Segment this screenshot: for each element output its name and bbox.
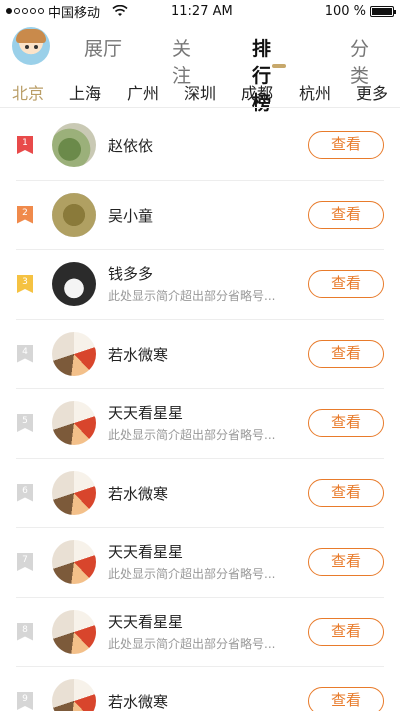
- artist-name: 钱多多: [108, 265, 154, 283]
- artist-name: 天天看星星: [108, 404, 184, 422]
- top-nav: 展厅 关注 排行榜 分类: [0, 22, 400, 114]
- rank-badge: 4: [17, 344, 33, 363]
- city-tab-shenzhen[interactable]: 深圳: [184, 80, 216, 104]
- view-button[interactable]: 查看: [308, 409, 384, 437]
- artist-intro: 此处显示简介超出部分省略号...: [108, 428, 276, 442]
- rank-badge: 2: [17, 205, 33, 224]
- city-tab-hangzhou[interactable]: 杭州: [299, 80, 331, 104]
- artist-name: 若水微寒: [108, 693, 169, 711]
- rank-badge: 9: [17, 692, 33, 710]
- status-left: 中国移动: [6, 2, 128, 21]
- list-item[interactable]: 8 天天看星星 此处显示简介超出部分省略号... 查看: [0, 598, 400, 668]
- active-tab-indicator: [272, 64, 286, 68]
- list-item[interactable]: 5 天天看星星 此处显示简介超出部分省略号... 查看: [0, 389, 400, 459]
- city-tab-shanghai[interactable]: 上海: [69, 80, 101, 104]
- list-item[interactable]: 6 若水微寒 查看: [0, 459, 400, 529]
- view-button[interactable]: 查看: [308, 478, 384, 507]
- city-tab-guangzhou[interactable]: 广州: [127, 80, 159, 104]
- city-filter-bar: 北京 上海 广州 深圳 成都 杭州 更多: [0, 72, 400, 108]
- city-tab-more[interactable]: 更多: [356, 80, 388, 104]
- rank-badge: 8: [17, 622, 33, 641]
- city-tab-chengdu[interactable]: 成都: [241, 80, 273, 104]
- ranking-list: 1 赵依依 查看 2 吴小童 查看 3 钱多多 此处显示简介超出部分省略号...…: [0, 111, 400, 711]
- rank-badge: 1: [17, 136, 33, 154]
- rank-badge: 7: [17, 553, 33, 571]
- wifi-icon: [112, 5, 128, 16]
- rank-badge: 5: [17, 414, 33, 432]
- view-button[interactable]: 查看: [308, 270, 384, 298]
- view-button[interactable]: 查看: [308, 339, 384, 368]
- artwork-thumbnail[interactable]: [52, 609, 96, 654]
- list-item[interactable]: 2 吴小童 查看: [0, 181, 400, 251]
- artwork-thumbnail[interactable]: [52, 331, 96, 376]
- carrier-name: 中国移动: [48, 5, 101, 21]
- list-item[interactable]: 9 若水微寒 查看: [0, 667, 400, 711]
- view-button[interactable]: 查看: [308, 687, 384, 711]
- artist-name: 吴小童: [108, 206, 154, 225]
- artist-name: 若水微寒: [108, 345, 169, 364]
- battery-percent: 100 %: [324, 3, 366, 19]
- artist-name: 天天看星星: [108, 612, 184, 631]
- artwork-thumbnail[interactable]: [52, 401, 96, 445]
- artwork-thumbnail[interactable]: [52, 470, 96, 515]
- list-item[interactable]: 3 钱多多 此处显示简介超出部分省略号... 查看: [0, 250, 400, 320]
- user-avatar[interactable]: [12, 27, 50, 65]
- artist-intro: 此处显示简介超出部分省略号...: [108, 636, 276, 651]
- signal-strength-icon: [6, 8, 44, 14]
- tab-gallery[interactable]: 展厅: [84, 34, 122, 61]
- list-item[interactable]: 1 赵依依 查看: [0, 111, 400, 181]
- view-button[interactable]: 查看: [308, 131, 384, 159]
- artwork-thumbnail[interactable]: [52, 192, 96, 237]
- artwork-thumbnail[interactable]: [52, 123, 96, 167]
- status-right: 100 %: [324, 3, 396, 19]
- status-bar: 中国移动 11:27 AM 100 %: [0, 0, 400, 22]
- status-time: 11:27 AM: [171, 3, 233, 19]
- view-button[interactable]: 查看: [308, 548, 384, 576]
- artist-intro: 此处显示简介超出部分省略号...: [108, 567, 276, 581]
- list-item[interactable]: 4 若水微寒 查看: [0, 320, 400, 390]
- artist-name: 若水微寒: [108, 484, 169, 503]
- nav-tabs: 展厅 关注 排行榜 分类: [84, 34, 369, 114]
- artist-intro: 此处显示简介超出部分省略号...: [108, 289, 276, 303]
- battery-icon: [370, 5, 396, 17]
- city-tab-beijing[interactable]: 北京: [12, 80, 44, 104]
- artwork-thumbnail[interactable]: [52, 262, 96, 306]
- view-button[interactable]: 查看: [308, 617, 384, 646]
- artwork-thumbnail[interactable]: [52, 540, 96, 584]
- rank-badge: 3: [17, 275, 33, 293]
- artist-name: 赵依依: [108, 137, 154, 155]
- list-item[interactable]: 7 天天看星星 此处显示简介超出部分省略号... 查看: [0, 528, 400, 598]
- rank-badge: 6: [17, 483, 33, 502]
- artwork-thumbnail[interactable]: [52, 679, 96, 711]
- artist-name: 天天看星星: [108, 543, 184, 561]
- view-button[interactable]: 查看: [308, 200, 384, 229]
